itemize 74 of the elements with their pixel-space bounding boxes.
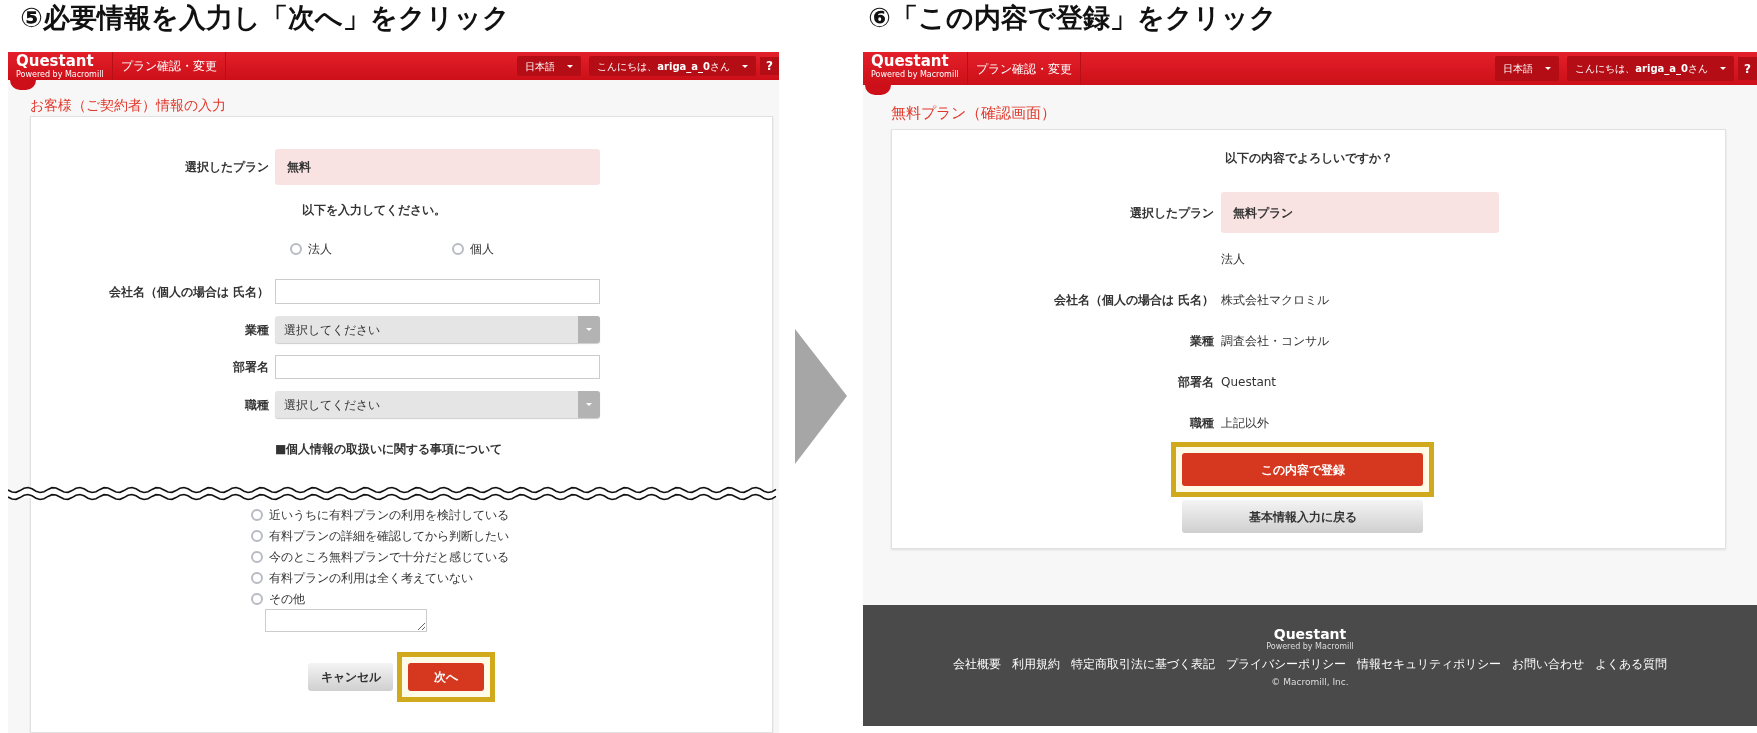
radio-button[interactable] [452, 243, 464, 255]
footer-link[interactable]: 情報セキュリティポリシー [1357, 655, 1501, 673]
step-caption: ⑥「この内容で登録」をクリック [867, 1, 1278, 35]
option-label: その他 [269, 590, 305, 608]
help-button[interactable]: ? [760, 57, 779, 75]
option-label: 今のところ無料プランで十分だと感じている [269, 548, 509, 566]
caret-icon [1720, 67, 1727, 70]
submit-button[interactable]: 次へ [408, 663, 484, 691]
option-label: 近いうちに有料プランの利用を検討している [269, 506, 509, 524]
footer-link[interactable]: 利用規約 [1012, 655, 1060, 673]
radio-button[interactable] [251, 592, 263, 605]
arrow-icon [795, 329, 847, 464]
footer-logo[interactable]: Questant [1273, 627, 1347, 642]
logo[interactable]: Questant [871, 53, 949, 70]
copyright-text: © Macromill, Inc. [1271, 676, 1349, 689]
field-value: 株式会社マクロミル [1221, 292, 1329, 309]
language-dropdown[interactable]: 日本語 [517, 56, 582, 76]
field-label: 職種 [1189, 415, 1214, 432]
footer-link[interactable]: プライバシーポリシー [1226, 655, 1346, 673]
option-label: 法人 [308, 241, 332, 258]
field-value: Questant [1221, 374, 1277, 391]
footer-tagline: Powered by Macromill [1266, 642, 1354, 651]
field-value: 法人 [1221, 251, 1245, 268]
logo-tagline: Powered by Macromill [871, 70, 959, 79]
select-field[interactable]: 選択してください [275, 316, 600, 343]
field-label: 業種 [1189, 333, 1214, 350]
instruction-text: 以下を入力してください。 [301, 202, 447, 218]
select-field[interactable]: 選択してください [275, 391, 600, 418]
radio-button[interactable] [251, 508, 263, 521]
page-title: お客様（ご契約者）情報の入力 [30, 96, 227, 115]
user-dropdown[interactable]: こんにちは、ariga_a_0さん [1567, 56, 1735, 81]
field-label: 部署名 [1177, 374, 1214, 391]
caret-icon [742, 64, 749, 68]
option-label: 有料プランの利用は全く考えていない [269, 569, 473, 587]
logo[interactable]: Questant [16, 53, 94, 70]
page-title: 無料プラン（確認画面） [891, 103, 1057, 124]
caret-icon [1545, 67, 1552, 70]
text-field[interactable] [275, 279, 600, 304]
option-label: 個人 [470, 241, 494, 258]
field-label: 職種 [244, 396, 269, 414]
caret-icon [586, 328, 592, 331]
secondary-button[interactable]: 基本情報入力に戻る [1182, 500, 1423, 533]
radio-button[interactable] [290, 243, 302, 255]
text-area[interactable] [265, 609, 427, 632]
logo-tagline: Powered by Macromill [16, 70, 104, 79]
section-heading: ■個人情報の取扱いに関する事項について [275, 441, 504, 458]
radio-button[interactable] [251, 550, 263, 563]
footer-link[interactable]: 特定商取引法に基づく表記 [1071, 655, 1215, 673]
step-caption: ⑤必要情報を入力し「次へ」をクリック [19, 1, 511, 35]
user-dropdown[interactable]: こんにちは、ariga_a_0さん [589, 56, 757, 76]
help-button[interactable]: ? [1738, 57, 1757, 80]
radio-button[interactable] [251, 571, 263, 584]
plan-value: 無料プラン [1221, 192, 1499, 233]
question-text: 以下の内容でよろしいですか？ [1223, 150, 1394, 167]
secondary-button[interactable]: キャンセル [308, 663, 393, 691]
field-label: 会社名（個人の場合は 氏名） [107, 283, 269, 301]
field-value: 上記以外 [1221, 415, 1269, 432]
footer-link[interactable]: よくある質問 [1595, 655, 1667, 673]
field-label: 会社名（個人の場合は 氏名） [1052, 292, 1214, 309]
text-field[interactable] [275, 355, 600, 379]
field-value: 調査会社・コンサル [1221, 333, 1329, 350]
field-label: 業種 [244, 321, 269, 339]
field-label: 部署名 [232, 359, 269, 376]
plan-value: 無料 [275, 149, 600, 185]
field-label: 選択したプラン [1129, 204, 1214, 222]
footer-link[interactable]: 会社概要 [953, 655, 1001, 673]
caret-icon [567, 64, 574, 68]
footer-link[interactable]: お問い合わせ [1512, 655, 1584, 673]
option-label: 有料プランの詳細を確認してから判断したい [269, 527, 509, 545]
field-label: 選択したプラン [184, 159, 269, 176]
language-dropdown[interactable]: 日本語 [1495, 56, 1560, 81]
submit-button[interactable]: この内容で登録 [1182, 453, 1423, 486]
caret-icon [586, 403, 592, 406]
radio-button[interactable] [251, 529, 263, 542]
